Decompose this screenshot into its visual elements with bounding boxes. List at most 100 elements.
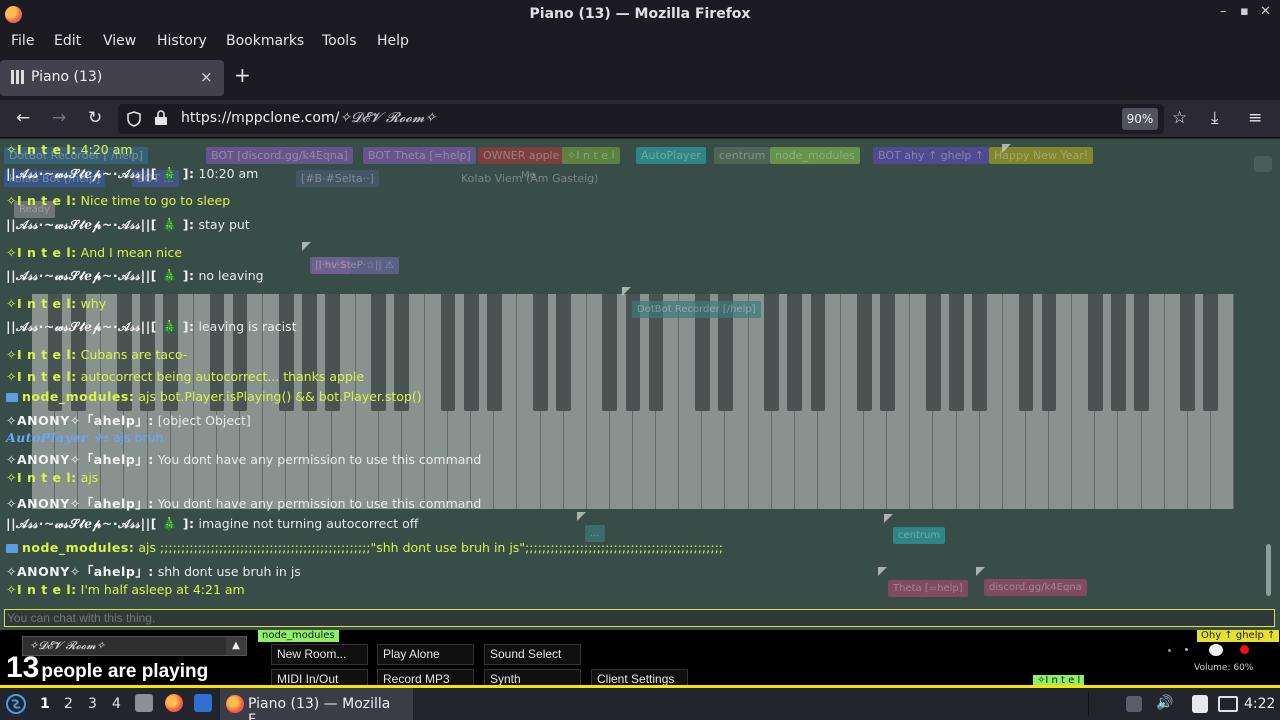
taskbar-firefox-task[interactable]: Piano (13) — Mozilla F... [220,688,413,720]
new-room-button[interactable]: New Room... [271,644,368,665]
chat-author[interactable]: node_modules: [22,540,134,555]
chat-text: shh dont use bruh in js [157,564,301,579]
chat-author[interactable]: ||𝒜𝓈𝓈·~𝓌𝓈𝒮𝓉ℯ𝓅~·𝒜𝓈𝓈||[ 🎄 ]: [6,217,195,232]
chat-author[interactable]: ||𝒜𝓈𝓈·~𝓌𝓈𝒮𝓉ℯ𝓅~·𝒜𝓈𝓈||[ 🎄 ]: [6,166,195,181]
lock-icon[interactable] [154,110,168,126]
player-count-label: people are playing [41,661,209,682]
volume-knob[interactable] [1209,644,1223,656]
chat-author[interactable]: ✧I n t e l: [6,193,77,208]
taskbar-divider [1088,692,1089,716]
notes-tray-icon[interactable] [1192,695,1208,713]
menu-file[interactable]: File [11,33,34,49]
chat-message: ||𝒜𝓈𝓈·~𝓌𝓈𝒮𝓉ℯ𝓅~·𝒜𝓈𝓈||[ 🎄 ]: no leaving [6,268,264,284]
url-room: ✧𝓓𝓔𝓥 𝓡𝓸𝓸𝓶✧ [339,110,437,126]
chat-text: And I mean nice [80,245,183,260]
zoom-level[interactable]: 90% [1122,108,1158,130]
shield-icon[interactable] [126,111,142,127]
volume-label: Volume: 60% [1194,663,1254,673]
chat-author[interactable]: ✧I n t e l: [6,142,77,157]
workspace-3[interactable]: 3 [88,696,97,712]
navigation-bar: ← → ↻ https://mppclone.com/✧𝓓𝓔𝓥 𝓡𝓸𝓸𝓶✧ 90… [0,100,1280,138]
client-settings-button[interactable]: Client Settings [591,669,688,685]
menu-bookmarks[interactable]: Bookmarks [226,33,304,49]
chat-author[interactable]: ✧I n t e l: [6,296,77,311]
chat-author[interactable]: ✧ANONY✧「ahelp」: [6,452,154,467]
chat-scrollbar[interactable] [1266,544,1271,596]
volume-tray-icon[interactable]: 🔊 [1156,695,1173,711]
chat-author[interactable]: ✧ANONY✧「ahelp」: [6,496,154,511]
chat-message: ✧I n t e l: Cubans are taco- [6,347,187,362]
close-window-button[interactable]: ✕ [1260,4,1271,19]
chat-author[interactable]: AutoPlayer ✧: [6,430,109,445]
top-right-toggle-button[interactable] [1254,156,1272,172]
new-tab-button[interactable]: + [234,63,251,87]
play-alone-button[interactable]: Play Alone [377,644,474,665]
clipboard-icon[interactable] [1126,696,1142,712]
firefox-task-icon [226,695,244,713]
tab-close-icon[interactable]: × [200,68,213,86]
chat-message: ✧ANONY✧「ahelp」: You dont have any permis… [6,449,481,468]
menu-help[interactable]: Help [377,33,409,49]
chat-author[interactable]: ✧I n t e l: [6,582,77,597]
chat-text: Cubans are taco- [80,347,188,362]
midi-in-out-button[interactable]: MIDI In/Out [271,669,368,685]
chat-message: ✧I n t e l: Nice time to go to sleep [6,193,230,208]
workspace-2[interactable]: 2 [64,696,73,712]
chat-message: ||𝒜𝓈𝓈·~𝓌𝓈𝒮𝓉ℯ𝓅~·𝒜𝓈𝓈||[ 🎄 ]: 10:20 am [6,166,258,182]
chat-author[interactable]: ||𝒜𝓈𝓈·~𝓌𝓈𝒮𝓉ℯ𝓅~·𝒜𝓈𝓈||[ 🎄 ]: [6,319,195,334]
chat-author[interactable]: node_modules: [22,389,134,404]
forward-button[interactable]: → [52,108,66,128]
display-tray-icon[interactable] [1218,696,1238,712]
tab-piano[interactable]: Piano (13) × [0,60,224,96]
workspace-4[interactable]: 4 [112,696,121,712]
chat-author[interactable]: ||𝒜𝓈𝓈·~𝓌𝓈𝒮𝓉ℯ𝓅~·𝒜𝓈𝓈||[ 🎄 ]: [6,516,195,531]
app-menu-icon[interactable]: ≡ [1248,108,1262,128]
reload-button[interactable]: ↻ [88,108,102,128]
chat-message: ||𝒜𝓈𝓈·~𝓌𝓈𝒮𝓉ℯ𝓅~·𝒜𝓈𝓈||[ 🎄 ]: imagine not t… [6,516,418,532]
maximize-button[interactable]: ▪ [1240,4,1249,19]
chat-text: autocorrect being autocorrect... thanks … [80,369,365,384]
chat-text: ajs bruh [112,430,164,445]
url-bar[interactable]: https://mppclone.com/✧𝓓𝓔𝓥 𝓡𝓸𝓸𝓶✧ 90% [118,104,1164,134]
firefox-launcher-icon[interactable] [165,694,183,712]
bottom-control-panel: ✧𝓓𝓔𝓥 𝓡𝓸𝓸𝓶✧ ▲ 13 people are playing node_m… [0,630,1280,685]
back-button[interactable]: ← [16,108,30,128]
bookmark-star-icon[interactable]: ☆ [1172,108,1187,128]
chat-author[interactable]: ✧I n t e l: [6,369,77,384]
chat-author[interactable]: ✧ANONY✧「ahelp」: [6,564,154,579]
start-menu-icon[interactable] [6,694,26,714]
chat-message: ✧ANONY✧「ahelp」: shh dont use bruh in js [6,561,301,580]
chat-input[interactable] [4,609,1275,627]
menu-tools[interactable]: Tools [322,33,357,49]
player-count-number: 13 [6,651,40,684]
status-dot [1185,648,1188,651]
chat-text: why [80,296,107,311]
clock: 4:22 [1244,696,1276,712]
chat-message: ✧I n t e l: autocorrect being autocorrec… [6,369,364,384]
tab-label: Piano (13) [31,69,103,85]
workspace-1[interactable]: 1 [40,696,50,712]
download-icon[interactable]: ⤓ [1211,108,1219,128]
record-indicator-icon [1240,645,1249,654]
sound-select-button[interactable]: Sound Select [484,644,581,665]
chat-message: ✧I n t e l: ajs [6,470,98,485]
menu-edit[interactable]: Edit [54,33,81,49]
chat-author[interactable]: ✧ANONY✧「ahelp」: [6,413,154,428]
menu-history[interactable]: History [157,33,207,49]
synth-button[interactable]: Synth [484,669,581,685]
chat-author[interactable]: ✧I n t e l: [6,470,77,485]
file-manager-icon[interactable] [135,694,153,712]
menu-view[interactable]: View [103,33,136,49]
chat-author[interactable]: ✧I n t e l: [6,347,77,362]
chat-message: node_modules: ajs bot.Player.isPlaying()… [6,389,422,404]
minimize-button[interactable]: – [1220,4,1227,19]
record-mp3-button[interactable]: Record MP3 [377,669,474,685]
terminal-icon[interactable] [194,694,212,712]
chat-author[interactable]: ||𝒜𝓈𝓈·~𝓌𝓈𝒮𝓉ℯ𝓅~·𝒜𝓈𝓈||[ 🎄 ]: [6,268,195,283]
chat-text: You dont have any permission to use this… [157,496,482,511]
piano-page: DotBot Recorder [ /help] BOT [discord.gg/… [0,139,1280,685]
chat-author[interactable]: ✧I n t e l: [6,245,77,260]
url-text[interactable]: https://mppclone.com/✧𝓓𝓔𝓥 𝓡𝓸𝓸𝓶✧ [181,110,436,126]
chat-message: AutoPlayer ✧: ajs bruh [6,430,163,445]
room-selector-arrow-icon[interactable]: ▲ [226,637,246,655]
